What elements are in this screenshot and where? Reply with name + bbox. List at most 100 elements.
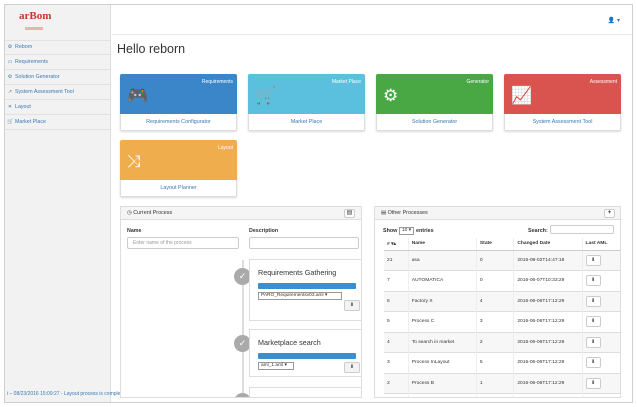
- step-3-card: [249, 387, 361, 397]
- download-aml-button[interactable]: ⬇: [585, 377, 601, 389]
- table-row[interactable]: 7 AUTOMATICA 0 2016-06-07T10:33:29 ⬇: [384, 270, 620, 291]
- table-cell: ⬇: [582, 270, 620, 291]
- table-cell: 3: [476, 311, 515, 332]
- tile-title: Assessment: [589, 79, 617, 85]
- tile-header: Layout ⤨: [120, 140, 237, 180]
- table-cell: 2016-06-06T17:12:29: [513, 393, 583, 397]
- step-2-aml-select[interactable]: aml_1.aml ▾: [258, 362, 294, 370]
- column-header[interactable]: Last AML: [582, 238, 620, 251]
- table-cell: 1: [476, 372, 515, 394]
- download-aml-button[interactable]: ⬇: [585, 336, 601, 348]
- tile-link[interactable]: Market Place: [248, 114, 365, 131]
- sidebar-item-layout[interactable]: ✕ Layout: [5, 100, 110, 115]
- table-row[interactable]: 6 Factory X 4 2016-06-06T17:12:29 ⬇: [384, 290, 620, 312]
- column-header[interactable]: Name: [408, 238, 477, 251]
- tile-generator[interactable]: Generator ⚙ Solution Generator: [376, 74, 493, 131]
- table-cell: 2: [476, 331, 515, 353]
- cart-icon: 🛒: [255, 86, 277, 105]
- download-aml-button[interactable]: ⬇: [585, 275, 601, 287]
- cart-icon: 🛒: [7, 118, 14, 125]
- description-label: Description: [249, 228, 279, 234]
- table-cell: Process B: [408, 372, 477, 394]
- page-title: Hello reborn: [117, 42, 186, 56]
- tile-header: Market Place 🛒: [248, 74, 365, 114]
- table-cell: 2016-06-06T17:12:29: [513, 311, 583, 332]
- table-row[interactable]: 3 Process InLayout 5 2016-06-06T17:12:29 ⬇: [384, 352, 620, 373]
- table-cell: ⬇: [582, 311, 620, 332]
- table-cell: ⬇: [582, 352, 620, 373]
- status-message: i – 08/23/2016 15:09:27 - Layout process…: [7, 391, 126, 397]
- tile-layout[interactable]: Layout ⤨ Layout Planner: [120, 140, 237, 197]
- table-row[interactable]: 1Fact Process A62016-06-06T17:12:29⬇: [384, 393, 620, 397]
- tile-title: Generator: [466, 79, 489, 85]
- save-button[interactable]: ▤: [344, 209, 355, 218]
- step-requirements-gathering: Requirements Gathering PARO_Requirements…: [249, 259, 361, 321]
- tile-market-place[interactable]: Market Place 🛒 Market Place: [248, 74, 365, 131]
- table-cell: Fact Process A: [408, 393, 477, 397]
- tile-title: Layout: [217, 145, 233, 151]
- table-cell: ⬇: [582, 393, 620, 397]
- download-aml-button[interactable]: ⬇: [585, 357, 601, 369]
- download-aml-button[interactable]: ⬇: [585, 316, 601, 328]
- tile-link[interactable]: Requirements Configurator: [120, 114, 237, 131]
- table-cell: 0: [476, 270, 515, 291]
- table-row[interactable]: 21 asa 0 2016-08-02T14:47:18 ⬇: [384, 249, 620, 271]
- table-cell: ⬇: [582, 331, 620, 353]
- sidebar-item-label: Requirements: [15, 58, 48, 65]
- step-1-title: Requirements Gathering: [258, 268, 337, 277]
- sidebar-item-reborn[interactable]: ⚙ Reborn: [5, 40, 110, 55]
- clock-icon: ◷: [127, 210, 132, 216]
- tile-header: Assessment 📈: [504, 74, 621, 114]
- tile-requirements[interactable]: Requirements 🎮 Requirements Configurator: [120, 74, 237, 131]
- entries-label: entries: [416, 228, 434, 234]
- table-cell: 0: [476, 249, 515, 271]
- table-row[interactable]: 2 Process B 1 2016-06-06T17:12:29 ⬇: [384, 372, 620, 394]
- table-cell: asa: [408, 249, 477, 271]
- table-row[interactable]: 5 Process C 3 2016-06-06T17:12:29 ⬇: [384, 311, 620, 332]
- table-cell: 2016-06-07T10:33:29: [513, 270, 583, 291]
- table-cell: Process InLayout: [408, 352, 477, 373]
- tile-link[interactable]: System Assessment Tool: [504, 114, 621, 131]
- chart-icon: 📈: [511, 86, 533, 105]
- tile-link[interactable]: Solution Generator: [376, 114, 493, 131]
- table-cell: 2016-06-06T17:12:29: [513, 331, 583, 353]
- table-cell: 21: [384, 249, 409, 271]
- shuffle-icon: ✕: [7, 103, 13, 110]
- table-cell: 5: [476, 352, 515, 373]
- process-name-input[interactable]: Enter name of the process: [127, 237, 239, 249]
- table-cell: 2016-06-06T17:12:29: [513, 352, 583, 373]
- download-aml-button[interactable]: ⬇: [585, 295, 601, 307]
- process-description-input[interactable]: [249, 237, 359, 249]
- step-marketplace-search: Marketplace search aml_1.aml ▾ ⬇: [249, 329, 361, 377]
- show-label: Show: [383, 228, 398, 234]
- sidebar-item-market-place[interactable]: 🛒 Market Place: [5, 115, 110, 130]
- sidebar-item-requirements[interactable]: ▭ Requirements: [5, 55, 110, 70]
- column-header[interactable]: # ▾▴: [384, 238, 409, 251]
- step-1-aml-select[interactable]: PARO_Requirementsv03.aml ▾: [258, 292, 342, 300]
- step-2-title: Marketplace search: [258, 338, 321, 347]
- processes-table: # ▾▴ Name State Changed Date Last AML 21 asa 0…: [384, 238, 620, 397]
- table-cell: 2016-06-06T17:12:29: [513, 290, 583, 312]
- step-1-progress-bar: [258, 283, 356, 289]
- tile-link[interactable]: Layout Planner: [120, 180, 237, 197]
- cogs-icon: ⚙: [383, 86, 399, 105]
- user-menu[interactable]: 👤 ▾: [608, 17, 620, 24]
- table-cell: 7: [384, 270, 409, 291]
- column-header[interactable]: State: [476, 238, 515, 251]
- logo-underline: [25, 27, 43, 30]
- sidebar-item-solution-generator[interactable]: ⚙ Solution Generator: [5, 70, 110, 85]
- name-label: Name: [127, 228, 142, 234]
- search-input[interactable]: [550, 225, 614, 234]
- entries-select[interactable]: 10 ▾: [399, 227, 414, 235]
- step-2-download-button[interactable]: ⬇: [344, 362, 360, 373]
- sidebar-item-label: Reborn: [15, 44, 33, 50]
- table-cell: ⬇: [582, 290, 620, 312]
- add-process-button[interactable]: +: [604, 209, 615, 218]
- column-header[interactable]: Changed Date: [513, 238, 583, 251]
- tile-assessment[interactable]: Assessment 📈 System Assessment Tool: [504, 74, 621, 131]
- step-1-download-button[interactable]: ⬇: [344, 300, 360, 311]
- download-aml-button[interactable]: ⬇: [585, 254, 601, 266]
- table-row[interactable]: 4 To search in market 2 2016-06-06T17:12:29…: [384, 331, 620, 353]
- sidebar-item-system-assessment-tool[interactable]: ↗ System Assessment Tool: [5, 85, 110, 100]
- tile-header: Generator ⚙: [376, 74, 493, 114]
